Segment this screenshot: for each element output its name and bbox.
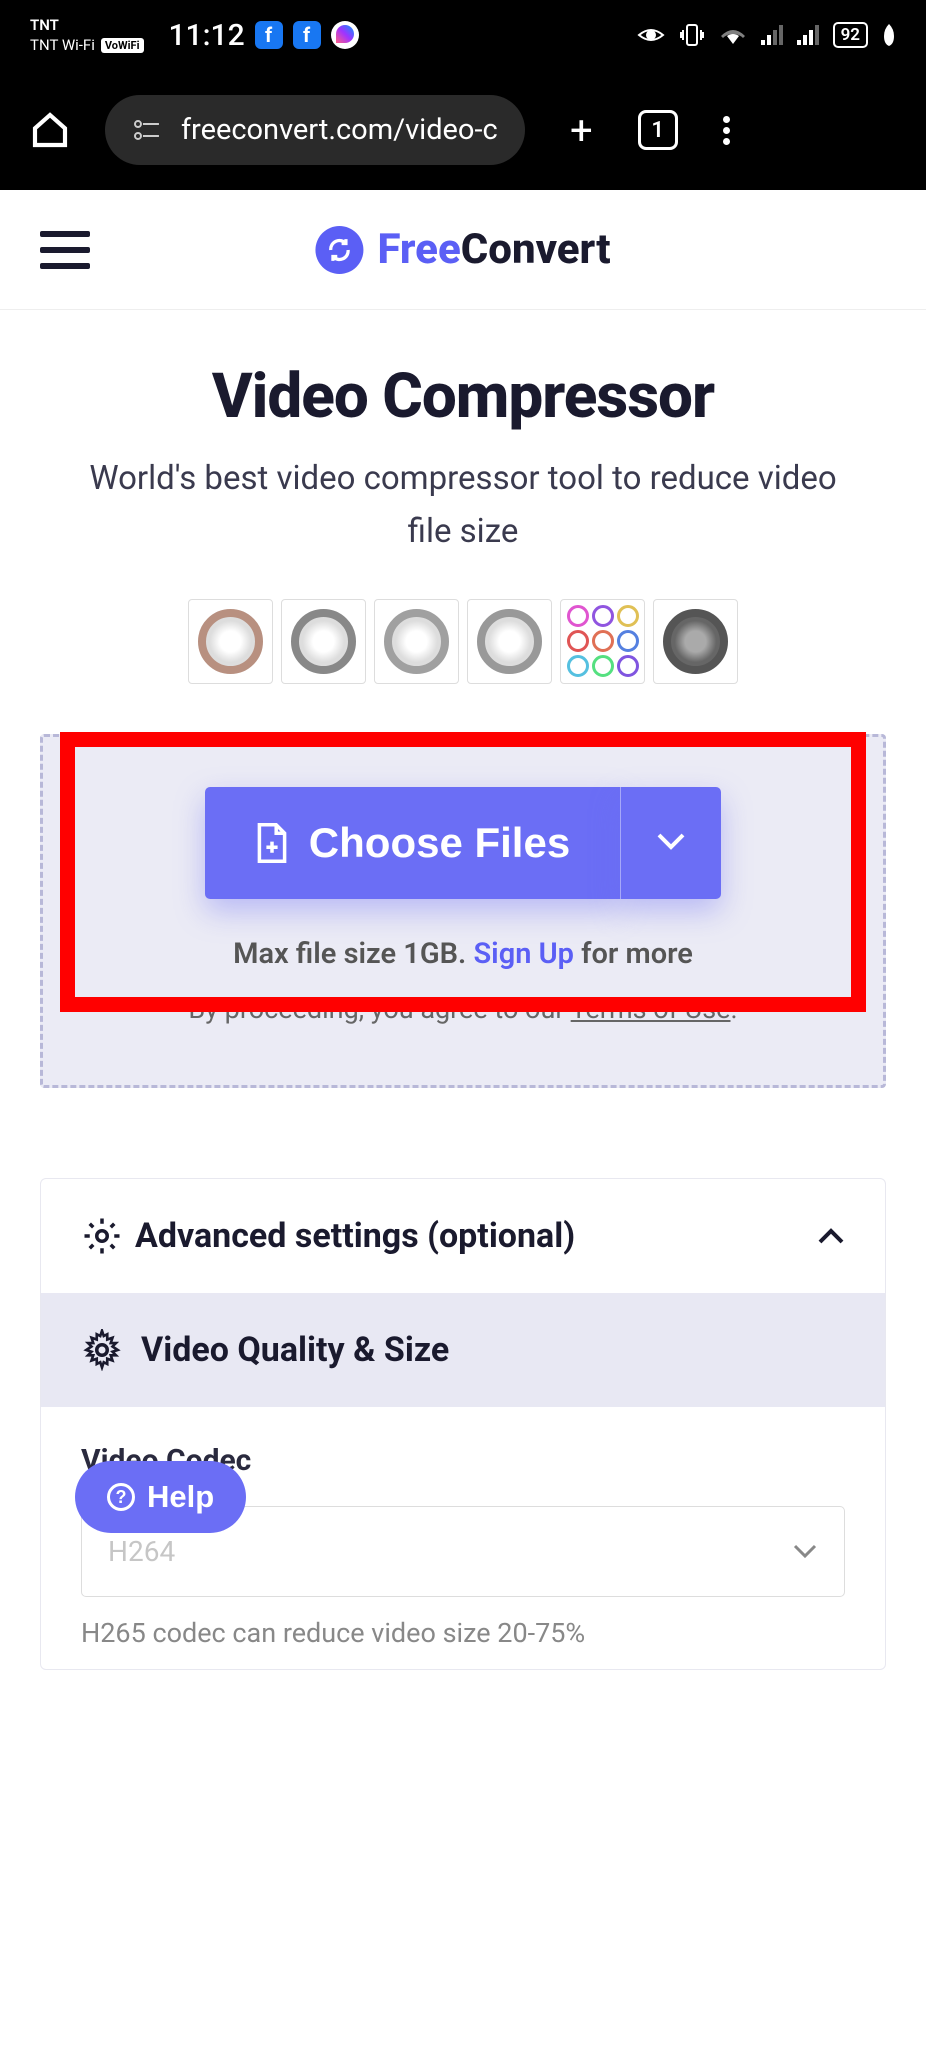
hamburger-menu-icon[interactable] bbox=[40, 231, 90, 269]
url-bar[interactable]: freeconvert.com/video-c bbox=[105, 95, 525, 165]
gear-icon bbox=[81, 1215, 123, 1257]
wifi-network-label: TNT Wi-Fi bbox=[30, 36, 95, 54]
vibrate-icon bbox=[679, 23, 705, 47]
ad-thumbnail[interactable] bbox=[653, 599, 738, 684]
facebook-notification-icon: f bbox=[293, 21, 321, 49]
url-text: freeconvert.com/video-c bbox=[181, 113, 497, 147]
android-status-bar: TNT TNT Wi-Fi VoWiFi 11:12 f f 92 bbox=[0, 0, 926, 70]
choose-files-button[interactable]: Choose Files bbox=[205, 787, 620, 899]
help-icon: ? bbox=[107, 1483, 135, 1511]
carrier-label: TNT bbox=[30, 16, 144, 34]
page-title: Video Compressor bbox=[40, 360, 886, 433]
eye-protection-icon bbox=[637, 25, 665, 45]
quality-section-header[interactable]: Video Quality & Size bbox=[41, 1293, 885, 1407]
signal-icon bbox=[761, 25, 783, 45]
upload-dropzone[interactable]: Choose Files Max file size 1GB. Sign Up … bbox=[40, 734, 886, 1088]
tabs-icon[interactable]: 1 bbox=[638, 110, 678, 150]
choose-files-dropdown-button[interactable] bbox=[620, 787, 721, 899]
site-settings-icon[interactable] bbox=[133, 118, 161, 142]
signal-icon bbox=[797, 25, 819, 45]
ad-thumbnail[interactable] bbox=[467, 599, 552, 684]
ad-thumbnail[interactable] bbox=[374, 599, 459, 684]
clock-time: 11:12 bbox=[169, 18, 245, 53]
ad-thumbnail[interactable] bbox=[281, 599, 366, 684]
ad-thumbnail[interactable] bbox=[560, 599, 645, 684]
battery-saver-icon bbox=[882, 24, 896, 46]
messenger-notification-icon bbox=[331, 21, 359, 49]
home-icon[interactable] bbox=[30, 110, 70, 150]
wifi-signal-icon bbox=[719, 24, 747, 46]
vowifi-badge: VoWiFi bbox=[101, 38, 144, 53]
browser-toolbar: freeconvert.com/video-c + 1 bbox=[0, 70, 926, 190]
quality-section-title: Video Quality & Size bbox=[141, 1330, 449, 1370]
new-tab-icon[interactable]: + bbox=[570, 107, 593, 154]
advanced-settings-section: Advanced settings (optional) Video Quali… bbox=[40, 1178, 886, 1670]
gear-icon bbox=[81, 1329, 123, 1371]
chevron-up-icon bbox=[817, 1227, 845, 1245]
browser-menu-icon[interactable] bbox=[723, 116, 730, 145]
terms-agreement-text: By proceeding, you agree to our Terms of… bbox=[93, 993, 833, 1025]
logo-icon bbox=[315, 226, 363, 274]
site-logo[interactable]: FreeConvert bbox=[315, 225, 610, 274]
advanced-settings-title: Advanced settings (optional) bbox=[135, 1216, 805, 1256]
codec-hint-text: H265 codec can reduce video size 20-75% bbox=[81, 1617, 845, 1649]
help-button[interactable]: ? Help bbox=[75, 1461, 246, 1533]
chevron-down-icon bbox=[792, 1543, 818, 1559]
ad-thumbnail[interactable] bbox=[188, 599, 273, 684]
signup-link[interactable]: Sign Up bbox=[473, 937, 574, 971]
advanced-settings-toggle[interactable]: Advanced settings (optional) bbox=[41, 1179, 885, 1293]
chevron-down-icon bbox=[656, 832, 686, 850]
max-file-size-text: Max file size 1GB. Sign Up for more bbox=[93, 937, 833, 971]
logo-text: FreeConvert bbox=[377, 225, 610, 274]
page-subtitle: World's best video compressor tool to re… bbox=[40, 453, 886, 559]
file-add-icon bbox=[255, 822, 289, 864]
codec-selected-value: H264 bbox=[108, 1535, 175, 1568]
facebook-notification-icon: f bbox=[255, 21, 283, 49]
site-header: FreeConvert bbox=[0, 190, 926, 310]
ad-thumbnail-row bbox=[40, 599, 886, 684]
terms-link[interactable]: Terms of Use bbox=[571, 993, 731, 1025]
battery-indicator: 92 bbox=[833, 22, 868, 48]
